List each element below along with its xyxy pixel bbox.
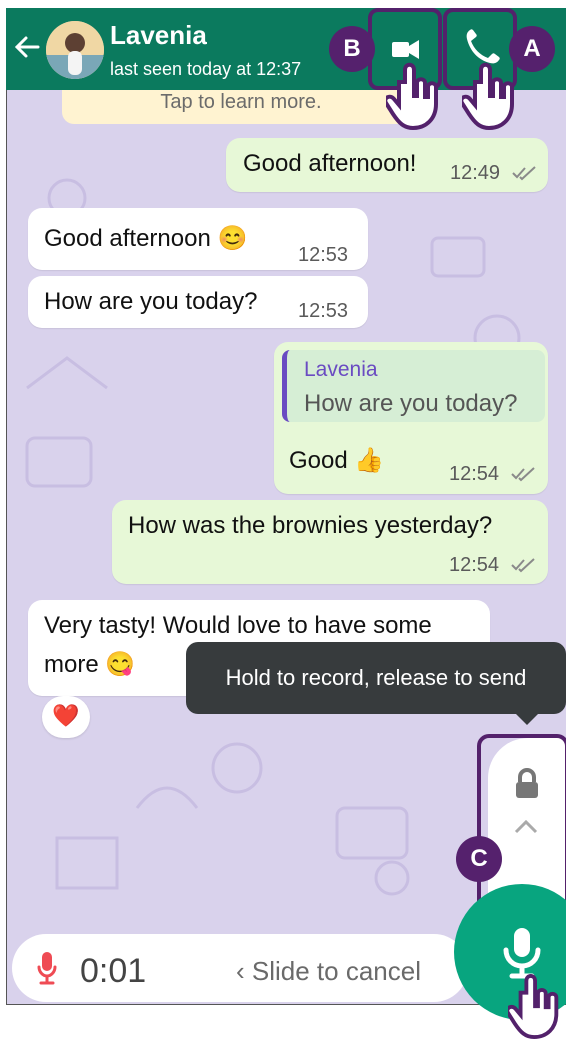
reply-message-bubble[interactable]: Lavenia How are you today? Good 👍 12:54 <box>274 342 548 494</box>
message-time: 12:54 <box>449 463 500 485</box>
message-time: 12:53 <box>298 300 349 322</box>
message-text: How are you today? <box>44 288 258 315</box>
message-text-line-2: more 😋 <box>44 651 136 678</box>
read-receipt-icon <box>512 166 536 181</box>
reaction-heart[interactable]: ❤️ <box>42 696 90 738</box>
message-bubble[interactable]: How was the brownies yesterday? 12:54 <box>112 500 548 584</box>
avatar[interactable] <box>46 21 104 79</box>
message-text: Good afternoon! <box>243 150 417 177</box>
mic-icon <box>37 952 57 985</box>
contact-name[interactable]: Lavenia <box>110 20 207 51</box>
message-text: How was the brownies yesterday? <box>128 512 493 539</box>
pointer-hand-icon <box>508 974 559 1040</box>
annotation-badge-c: C <box>456 836 502 882</box>
message-bubble[interactable]: Good afternoon 😊 12:53 <box>28 208 368 270</box>
message-text: Good afternoon 😊 <box>44 225 248 252</box>
pointer-hand-icon <box>462 62 514 131</box>
back-arrow-icon[interactable] <box>10 30 44 64</box>
quoted-message[interactable]: Lavenia How are you today? <box>282 350 545 422</box>
message-time: 12:54 <box>449 554 500 576</box>
quoted-text: How are you today? <box>304 390 518 417</box>
voice-recording-bar: 0:01 ‹ Slide to cancel <box>12 934 468 1002</box>
message-text-line-1: Very tasty! Would love to have some <box>44 612 432 639</box>
read-receipt-icon <box>511 558 535 573</box>
message-bubble[interactable]: Good afternoon! 12:49 <box>226 138 548 192</box>
quoted-author: Lavenia <box>304 358 378 381</box>
message-text: Good 👍 <box>289 447 385 474</box>
message-bubble[interactable]: How are you today? 12:53 <box>28 276 368 328</box>
recording-timer: 0:01 <box>80 952 147 990</box>
last-seen-status: last seen today at 12:37 <box>110 59 302 79</box>
reaction-emoji: ❤️ <box>52 703 80 728</box>
recording-tooltip: Hold to record, release to send <box>186 642 566 725</box>
read-receipt-icon <box>511 467 535 482</box>
annotation-badge-b: B <box>329 26 375 72</box>
pointer-hand-icon <box>386 62 438 131</box>
slide-to-cancel[interactable]: ‹ Slide to cancel <box>236 956 421 987</box>
encryption-notice[interactable]: Tap to learn more. <box>62 90 420 124</box>
message-time: 12:49 <box>450 162 501 184</box>
message-time: 12:53 <box>298 244 349 266</box>
profile-photo <box>46 21 104 79</box>
